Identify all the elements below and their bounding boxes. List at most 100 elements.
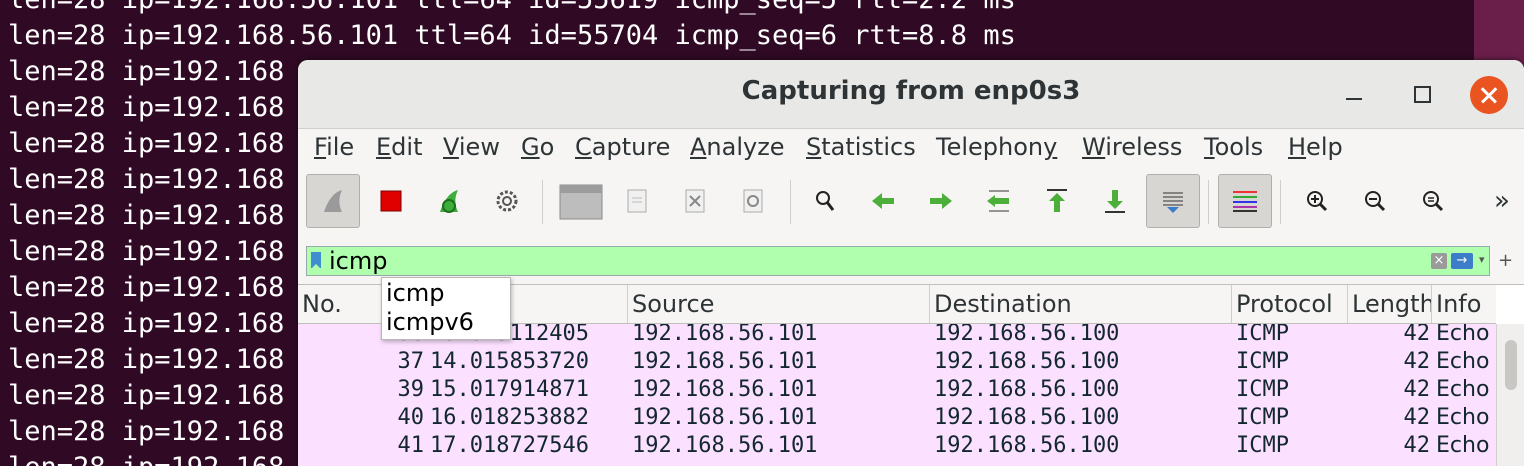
menu-tools[interactable]: Tools	[1204, 133, 1263, 161]
go-last-packet-button[interactable]	[1088, 174, 1142, 228]
column-header-protocol[interactable]: Protocol	[1232, 285, 1348, 323]
menu-telephony[interactable]: Telephony	[936, 133, 1057, 161]
menu-go[interactable]: Go	[521, 133, 554, 161]
terminal-line: len=28 ip=192.168	[8, 164, 285, 195]
menu-view[interactable]: View	[443, 133, 500, 161]
start-capture-button[interactable]	[306, 174, 360, 228]
go-forward-button[interactable]	[914, 174, 968, 228]
display-filter-input[interactable]	[327, 247, 1429, 275]
table-row[interactable]: 39 15.017914871 192.168.56.101 192.168.5…	[298, 376, 1496, 404]
column-header-destination[interactable]: Destination	[930, 285, 1232, 323]
close-file-button[interactable]	[668, 174, 722, 228]
zoom-in-icon	[1307, 191, 1328, 212]
cell-destination: 192.168.56.100	[934, 405, 1120, 430]
add-filter-button[interactable]: +	[1498, 250, 1513, 271]
scrollbar-thumb[interactable]	[1505, 340, 1517, 390]
zoom-normal-icon	[1423, 191, 1444, 212]
menu-statistics[interactable]: Statistics	[806, 133, 916, 161]
file-reload-icon	[743, 189, 763, 213]
menu-edit-label: dit	[391, 133, 423, 161]
table-row[interactable]: 41 17.018727546 192.168.56.101 192.168.5…	[298, 432, 1496, 460]
zoom-normal-button[interactable]	[1406, 174, 1460, 228]
cell-destination: 192.168.56.100	[934, 324, 1120, 346]
menu-view-mnemonic: V	[443, 133, 459, 161]
capture-options-button[interactable]	[480, 174, 534, 228]
menu-help[interactable]: Help	[1288, 133, 1343, 161]
menu-file[interactable]: File	[314, 133, 354, 161]
terminal-line: len=28 ip=192.168	[8, 308, 285, 339]
packet-list-scrollbar[interactable]	[1496, 324, 1524, 466]
bookmark-icon[interactable]	[311, 252, 321, 269]
zoom-in-button[interactable]	[1290, 174, 1344, 228]
toolbar-separator	[1280, 180, 1281, 224]
autocomplete-item[interactable]: icmp	[386, 279, 444, 307]
filter-history-dropdown[interactable]: ▾	[1479, 253, 1485, 266]
terminal-line: len=28 ip=192.168	[8, 56, 285, 87]
cell-time: 17.018727546	[430, 433, 589, 458]
cell-info: Echo	[1436, 324, 1490, 346]
menu-wireless-label: ireless	[1105, 133, 1183, 161]
save-file-button[interactable]	[610, 174, 664, 228]
toolbar-overflow-button[interactable]: »	[1494, 186, 1510, 216]
cell-protocol: ICMP	[1236, 349, 1289, 374]
table-row[interactable]: 40 16.018253882 192.168.56.101 192.168.5…	[298, 404, 1496, 432]
cell-time: 15.017914871	[430, 377, 589, 402]
terminal-line: len=28 ip=192.168	[8, 92, 285, 123]
menu-wireless[interactable]: Wireless	[1082, 133, 1182, 161]
menu-file-mnemonic: F	[314, 133, 327, 161]
file-close-icon	[685, 189, 705, 213]
file-save-icon	[627, 189, 647, 213]
menu-capture-label: apture	[591, 133, 671, 161]
colorize-button[interactable]	[1218, 174, 1272, 228]
zoom-out-button[interactable]	[1348, 174, 1402, 228]
menu-analyze[interactable]: Analyze	[690, 133, 785, 161]
arrow-up-top-icon	[1047, 189, 1067, 212]
terminal-line: len=28 ip=192.168	[8, 272, 285, 303]
go-first-packet-button[interactable]	[1030, 174, 1084, 228]
menu-analyze-label: nalyze	[706, 133, 785, 161]
cell-info: Echo	[1436, 405, 1490, 430]
zoom-out-icon	[1365, 191, 1386, 212]
folder-icon	[559, 184, 603, 220]
menu-capture[interactable]: Capture	[575, 133, 670, 161]
menu-telephony-mnemonic: y	[1043, 133, 1058, 161]
maximize-button[interactable]	[1404, 76, 1440, 112]
terminal-line: len=28 ip=192.168	[8, 416, 285, 447]
terminal-line: len=28 ip=192.168	[8, 380, 285, 411]
reload-file-button[interactable]	[726, 174, 780, 228]
column-header-length[interactable]: Length	[1348, 285, 1432, 323]
terminal-line: len=28 ip=192.168.56.101 ttl=64 id=55704…	[8, 20, 1016, 51]
clear-filter-button[interactable]: ×	[1431, 253, 1447, 269]
table-row[interactable]: 37 14.015853720 192.168.56.101 192.168.5…	[298, 348, 1496, 376]
minimize-button[interactable]	[1336, 76, 1372, 112]
cell-destination: 192.168.56.100	[934, 433, 1120, 458]
stop-capture-button[interactable]	[364, 174, 418, 228]
colorize-icon	[1233, 191, 1257, 212]
jump-to-packet-icon	[987, 190, 1009, 212]
toolbar-separator	[790, 180, 791, 224]
go-to-packet-button[interactable]	[972, 174, 1026, 228]
apply-filter-button[interactable]: →	[1451, 253, 1473, 269]
column-header-info[interactable]: Info	[1432, 285, 1496, 323]
autocomplete-item[interactable]: icmpv6	[386, 308, 474, 336]
open-file-button[interactable]	[554, 174, 608, 228]
go-back-button[interactable]	[856, 174, 910, 228]
cell-length: 42	[1403, 349, 1431, 374]
terminal-line: len=28 ip=192.168.56.101 ttl=64 id=55619…	[8, 0, 1016, 18]
menu-tools-label: ools	[1214, 133, 1264, 161]
cell-destination: 192.168.56.100	[934, 349, 1120, 374]
menu-file-label: ile	[326, 133, 355, 161]
cell-time: 16.018253882	[430, 405, 589, 430]
find-packet-button[interactable]	[798, 174, 852, 228]
menu-edit[interactable]: Edit	[376, 133, 422, 161]
title-bar[interactable]: Capturing from enp0s3	[298, 60, 1524, 129]
close-button[interactable]	[1470, 76, 1508, 114]
cell-source: 192.168.56.101	[632, 324, 818, 346]
packet-rows: 36 13.015112405 192.168.56.101 192.168.5…	[298, 324, 1496, 466]
cell-info: Echo	[1436, 377, 1490, 402]
auto-scroll-button[interactable]	[1146, 174, 1200, 228]
cell-length: 42	[1403, 433, 1431, 458]
cell-no: 40	[397, 405, 425, 430]
restart-capture-button[interactable]	[422, 174, 476, 228]
column-header-source[interactable]: Source	[628, 285, 930, 323]
